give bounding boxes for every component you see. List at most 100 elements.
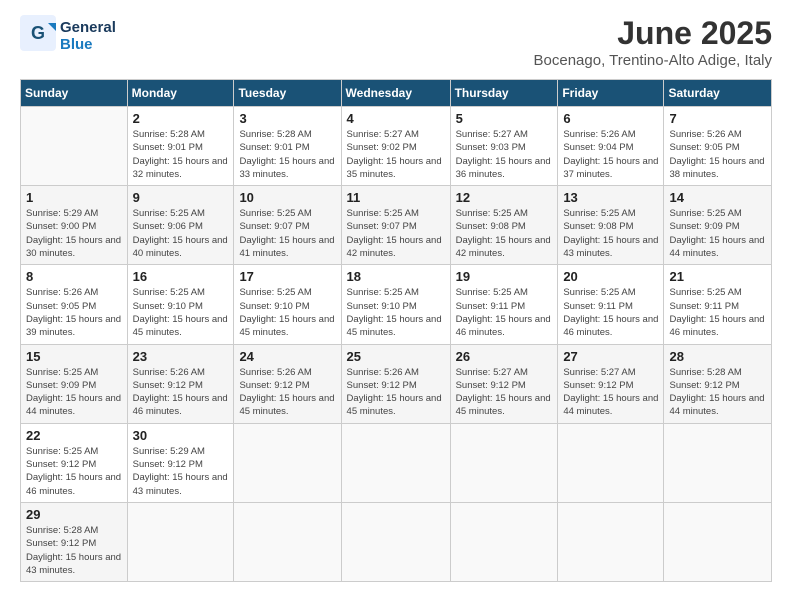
calendar-cell xyxy=(558,423,664,502)
calendar-cell: 22 Sunrise: 5:25 AM Sunset: 9:12 PM Dayl… xyxy=(21,423,128,502)
calendar-cell: 15 Sunrise: 5:25 AM Sunset: 9:09 PM Dayl… xyxy=(21,344,128,423)
calendar-cell: 12 Sunrise: 5:25 AM Sunset: 9:08 PM Dayl… xyxy=(450,186,558,265)
calendar-cell: 21 Sunrise: 5:25 AM Sunset: 9:11 PM Dayl… xyxy=(664,265,772,344)
calendar-cell: 24 Sunrise: 5:26 AM Sunset: 9:12 PM Dayl… xyxy=(234,344,341,423)
calendar-cell: 25 Sunrise: 5:26 AM Sunset: 9:12 PM Dayl… xyxy=(341,344,450,423)
calendar-cell xyxy=(450,502,558,581)
day-number: 26 xyxy=(456,349,553,364)
day-number: 19 xyxy=(456,269,553,284)
day-info: Sunrise: 5:26 AM Sunset: 9:12 PM Dayligh… xyxy=(133,366,229,419)
day-info: Sunrise: 5:25 AM Sunset: 9:09 PM Dayligh… xyxy=(26,366,122,419)
day-info: Sunrise: 5:27 AM Sunset: 9:02 PM Dayligh… xyxy=(347,128,445,181)
day-number: 25 xyxy=(347,349,445,364)
logo-icon: G xyxy=(20,15,56,51)
calendar-cell xyxy=(664,423,772,502)
calendar-cell xyxy=(234,502,341,581)
day-number: 1 xyxy=(26,190,122,205)
calendar-cell: 1 Sunrise: 5:29 AM Sunset: 9:00 PM Dayli… xyxy=(21,186,128,265)
day-info: Sunrise: 5:26 AM Sunset: 9:05 PM Dayligh… xyxy=(669,128,766,181)
calendar-cell: 3 Sunrise: 5:28 AM Sunset: 9:01 PM Dayli… xyxy=(234,107,341,186)
day-number: 27 xyxy=(563,349,658,364)
calendar-week-row: 29 Sunrise: 5:28 AM Sunset: 9:12 PM Dayl… xyxy=(21,502,772,581)
calendar-cell xyxy=(21,107,128,186)
calendar-week-row: 15 Sunrise: 5:25 AM Sunset: 9:09 PM Dayl… xyxy=(21,344,772,423)
page: G General Blue June 2025 Bocenago, Trent… xyxy=(0,0,792,612)
calendar-cell: 13 Sunrise: 5:25 AM Sunset: 9:08 PM Dayl… xyxy=(558,186,664,265)
day-number: 12 xyxy=(456,190,553,205)
day-number: 6 xyxy=(563,111,658,126)
calendar-cell xyxy=(341,423,450,502)
day-info: Sunrise: 5:25 AM Sunset: 9:11 PM Dayligh… xyxy=(456,286,553,339)
title-area: June 2025 Bocenago, Trentino-Alto Adige,… xyxy=(534,15,772,69)
calendar-cell xyxy=(558,502,664,581)
calendar-week-row: 8 Sunrise: 5:26 AM Sunset: 9:05 PM Dayli… xyxy=(21,265,772,344)
day-number: 13 xyxy=(563,190,658,205)
day-info: Sunrise: 5:27 AM Sunset: 9:12 PM Dayligh… xyxy=(563,366,658,419)
calendar-cell xyxy=(341,502,450,581)
calendar-cell xyxy=(664,502,772,581)
weekday-header: Wednesday xyxy=(341,80,450,107)
day-number: 23 xyxy=(133,349,229,364)
day-info: Sunrise: 5:28 AM Sunset: 9:01 PM Dayligh… xyxy=(133,128,229,181)
day-info: Sunrise: 5:26 AM Sunset: 9:12 PM Dayligh… xyxy=(347,366,445,419)
day-info: Sunrise: 5:25 AM Sunset: 9:11 PM Dayligh… xyxy=(563,286,658,339)
day-info: Sunrise: 5:25 AM Sunset: 9:06 PM Dayligh… xyxy=(133,207,229,260)
calendar-cell: 6 Sunrise: 5:26 AM Sunset: 9:04 PM Dayli… xyxy=(558,107,664,186)
day-info: Sunrise: 5:25 AM Sunset: 9:09 PM Dayligh… xyxy=(669,207,766,260)
day-info: Sunrise: 5:26 AM Sunset: 9:12 PM Dayligh… xyxy=(239,366,335,419)
day-number: 9 xyxy=(133,190,229,205)
day-info: Sunrise: 5:25 AM Sunset: 9:07 PM Dayligh… xyxy=(239,207,335,260)
day-info: Sunrise: 5:26 AM Sunset: 9:04 PM Dayligh… xyxy=(563,128,658,181)
day-number: 30 xyxy=(133,428,229,443)
day-number: 18 xyxy=(347,269,445,284)
day-number: 8 xyxy=(26,269,122,284)
calendar-cell: 10 Sunrise: 5:25 AM Sunset: 9:07 PM Dayl… xyxy=(234,186,341,265)
day-info: Sunrise: 5:28 AM Sunset: 9:12 PM Dayligh… xyxy=(26,524,122,577)
day-info: Sunrise: 5:28 AM Sunset: 9:12 PM Dayligh… xyxy=(669,366,766,419)
day-info: Sunrise: 5:25 AM Sunset: 9:07 PM Dayligh… xyxy=(347,207,445,260)
calendar-cell: 29 Sunrise: 5:28 AM Sunset: 9:12 PM Dayl… xyxy=(21,502,128,581)
calendar-header-row: SundayMondayTuesdayWednesdayThursdayFrid… xyxy=(21,80,772,107)
day-info: Sunrise: 5:25 AM Sunset: 9:10 PM Dayligh… xyxy=(133,286,229,339)
day-info: Sunrise: 5:25 AM Sunset: 9:08 PM Dayligh… xyxy=(563,207,658,260)
calendar: SundayMondayTuesdayWednesdayThursdayFrid… xyxy=(20,79,772,582)
logo-text-line2: Blue xyxy=(60,36,116,53)
day-number: 20 xyxy=(563,269,658,284)
calendar-cell: 9 Sunrise: 5:25 AM Sunset: 9:06 PM Dayli… xyxy=(127,186,234,265)
day-info: Sunrise: 5:25 AM Sunset: 9:11 PM Dayligh… xyxy=(669,286,766,339)
calendar-week-row: 1 Sunrise: 5:29 AM Sunset: 9:00 PM Dayli… xyxy=(21,186,772,265)
calendar-cell xyxy=(450,423,558,502)
day-number: 10 xyxy=(239,190,335,205)
day-info: Sunrise: 5:28 AM Sunset: 9:01 PM Dayligh… xyxy=(239,128,335,181)
day-number: 14 xyxy=(669,190,766,205)
logo: G General Blue xyxy=(20,15,116,56)
day-info: Sunrise: 5:25 AM Sunset: 9:10 PM Dayligh… xyxy=(347,286,445,339)
day-number: 4 xyxy=(347,111,445,126)
day-number: 16 xyxy=(133,269,229,284)
calendar-cell: 30 Sunrise: 5:29 AM Sunset: 9:12 PM Dayl… xyxy=(127,423,234,502)
month-title: June 2025 xyxy=(534,15,772,52)
day-number: 17 xyxy=(239,269,335,284)
day-info: Sunrise: 5:25 AM Sunset: 9:08 PM Dayligh… xyxy=(456,207,553,260)
calendar-cell: 5 Sunrise: 5:27 AM Sunset: 9:03 PM Dayli… xyxy=(450,107,558,186)
day-number: 5 xyxy=(456,111,553,126)
day-info: Sunrise: 5:29 AM Sunset: 9:00 PM Dayligh… xyxy=(26,207,122,260)
day-number: 7 xyxy=(669,111,766,126)
day-number: 22 xyxy=(26,428,122,443)
header: G General Blue June 2025 Bocenago, Trent… xyxy=(20,15,772,69)
day-number: 11 xyxy=(347,190,445,205)
day-info: Sunrise: 5:27 AM Sunset: 9:03 PM Dayligh… xyxy=(456,128,553,181)
calendar-week-row: 22 Sunrise: 5:25 AM Sunset: 9:12 PM Dayl… xyxy=(21,423,772,502)
calendar-cell: 4 Sunrise: 5:27 AM Sunset: 9:02 PM Dayli… xyxy=(341,107,450,186)
day-number: 3 xyxy=(239,111,335,126)
calendar-cell: 19 Sunrise: 5:25 AM Sunset: 9:11 PM Dayl… xyxy=(450,265,558,344)
calendar-cell: 8 Sunrise: 5:26 AM Sunset: 9:05 PM Dayli… xyxy=(21,265,128,344)
calendar-cell: 26 Sunrise: 5:27 AM Sunset: 9:12 PM Dayl… xyxy=(450,344,558,423)
day-number: 28 xyxy=(669,349,766,364)
calendar-cell: 23 Sunrise: 5:26 AM Sunset: 9:12 PM Dayl… xyxy=(127,344,234,423)
weekday-header: Monday xyxy=(127,80,234,107)
svg-text:G: G xyxy=(31,23,45,43)
calendar-cell: 20 Sunrise: 5:25 AM Sunset: 9:11 PM Dayl… xyxy=(558,265,664,344)
calendar-cell: 27 Sunrise: 5:27 AM Sunset: 9:12 PM Dayl… xyxy=(558,344,664,423)
calendar-cell: 7 Sunrise: 5:26 AM Sunset: 9:05 PM Dayli… xyxy=(664,107,772,186)
